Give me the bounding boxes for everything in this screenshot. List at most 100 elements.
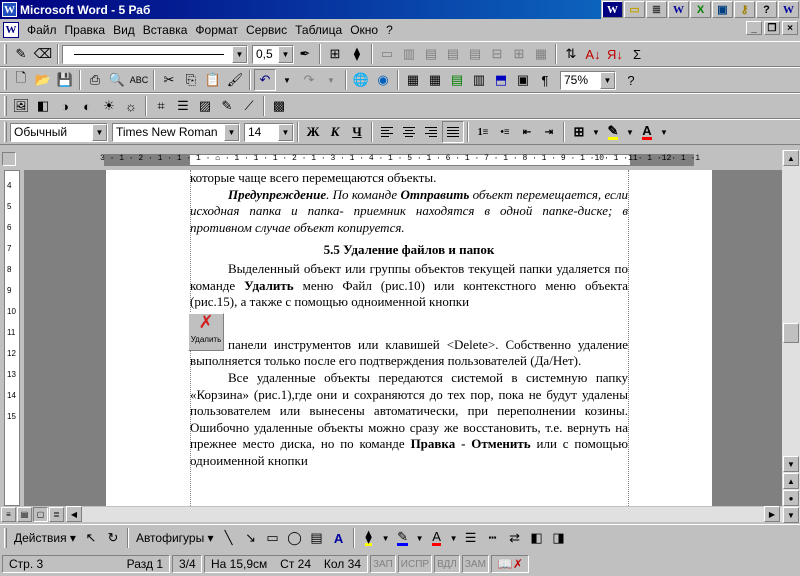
menu-edit[interactable]: Правка xyxy=(61,23,110,37)
normal-view-icon[interactable]: ≡ xyxy=(1,507,16,522)
status-ext[interactable]: ВДЛ xyxy=(434,555,460,573)
autosum-icon[interactable]: Σ xyxy=(626,43,648,65)
menu-file[interactable]: Файл xyxy=(23,23,61,37)
restore-button[interactable]: ❐ xyxy=(764,21,780,35)
align-left-icon[interactable] xyxy=(376,121,398,143)
document-icon[interactable]: W xyxy=(3,22,19,38)
scroll-left-button[interactable]: ◀ xyxy=(66,506,82,522)
text-direction-icon[interactable]: ⇅ xyxy=(560,43,582,65)
word-icon[interactable]: W xyxy=(778,1,799,18)
oval-icon[interactable]: ◯ xyxy=(284,527,306,549)
dash-style-icon[interactable]: ┅ xyxy=(482,527,504,549)
vertical-ruler[interactable]: 456 789 10 11 12 13 14 15 xyxy=(4,170,20,506)
page-layout-icon[interactable]: ▢ xyxy=(33,507,48,522)
arrow-style-icon[interactable]: ⇄ xyxy=(504,527,526,549)
chevron-down-icon[interactable]: ▼ xyxy=(278,45,293,63)
crop-icon[interactable]: ⌗ xyxy=(150,95,172,117)
justify-icon[interactable] xyxy=(442,121,464,143)
outline-view-icon[interactable]: ≣ xyxy=(49,507,64,522)
close-button[interactable]: × xyxy=(782,21,798,35)
chevron-down-icon[interactable]: ▼ xyxy=(624,121,636,143)
folder-icon[interactable]: ▭ xyxy=(624,1,645,18)
horizontal-scrollbar[interactable]: ◀ ▶ xyxy=(66,506,782,522)
free-rotate-icon[interactable]: ↻ xyxy=(102,527,124,549)
fill-color-icon[interactable]: ⧫ xyxy=(346,43,368,65)
line-width-select[interactable]: 0,5 ▼ xyxy=(252,44,294,64)
menu-format[interactable]: Формат xyxy=(191,23,242,37)
chevron-down-icon[interactable]: ▼ xyxy=(658,121,670,143)
word-icon[interactable]: W xyxy=(602,1,623,18)
drawing-icon[interactable]: ⬒ xyxy=(490,69,512,91)
sort-descending-icon[interactable]: Я↓ xyxy=(604,43,626,65)
autoshapes-menu[interactable]: Автофигуры ▾ xyxy=(132,527,218,549)
tab-selector[interactable] xyxy=(2,152,16,166)
select-objects-icon[interactable]: ↖ xyxy=(80,527,102,549)
hyperlink-icon[interactable]: 🌐 xyxy=(350,69,372,91)
select-browse-object-button[interactable]: ● xyxy=(783,490,799,506)
chevron-down-icon[interactable]: ▼ xyxy=(232,45,247,63)
shadow-icon[interactable]: ◧ xyxy=(526,527,548,549)
web-layout-icon[interactable]: ▤ xyxy=(17,507,32,522)
set-transparent-icon[interactable]: ⟋ xyxy=(238,95,260,117)
new-document-icon[interactable]: 🗋 xyxy=(10,69,32,91)
arrow-icon[interactable]: ↘ xyxy=(240,527,262,549)
line-icon[interactable]: ╲ xyxy=(218,527,240,549)
scroll-down-button[interactable]: ▼ xyxy=(783,456,799,472)
chevron-down-icon[interactable]: ▼ xyxy=(224,123,239,141)
menu-tools[interactable]: Сервис xyxy=(242,23,291,37)
next-page-button[interactable]: ▼ xyxy=(783,507,799,523)
sort-ascending-icon[interactable]: A↓ xyxy=(582,43,604,65)
pencil-icon[interactable]: ✎ xyxy=(10,43,32,65)
document-area[interactable]: которые чаще всего перемещаются объекты.… xyxy=(24,170,782,506)
menu-help[interactable]: ? xyxy=(382,23,397,37)
3d-icon[interactable]: ◨ xyxy=(548,527,570,549)
bold-button[interactable]: Ж xyxy=(302,121,324,143)
web-toolbar-icon[interactable]: ◉ xyxy=(372,69,394,91)
style-select[interactable]: Обычный ▼ xyxy=(10,122,108,142)
chevron-down-icon[interactable]: ▼ xyxy=(276,69,298,91)
reset-picture-icon[interactable]: ▩ xyxy=(268,95,290,117)
office-assistant-icon[interactable]: ? xyxy=(620,69,642,91)
borders-icon[interactable]: ⊞ xyxy=(324,43,346,65)
previous-page-button[interactable]: ▲ xyxy=(783,473,799,489)
status-ovr[interactable]: ЗАМ xyxy=(461,555,489,573)
insert-excel-icon[interactable]: ▤ xyxy=(446,69,468,91)
status-rec[interactable]: ЗАП xyxy=(370,555,396,573)
actions-menu[interactable]: Действия ▾ xyxy=(10,527,80,549)
chevron-down-icon[interactable]: ▼ xyxy=(380,527,392,549)
menu-table[interactable]: Таблица xyxy=(291,23,346,37)
zoom-select[interactable]: 75% ▼ xyxy=(560,70,616,90)
menu-view[interactable]: Вид xyxy=(109,23,139,37)
chevron-down-icon[interactable]: ▼ xyxy=(448,527,460,549)
font-color-icon[interactable]: A xyxy=(426,527,448,549)
fill-color-icon[interactable]: ⧫ xyxy=(358,527,380,549)
horizontal-ruler[interactable]: 3 · 1 · 2 · 1 · 1 · 1 · ⌂ · 1 · 1 · 1 · … xyxy=(0,150,800,170)
copy-icon[interactable]: ⎘ xyxy=(180,69,202,91)
align-right-icon[interactable] xyxy=(420,121,442,143)
increase-indent-icon[interactable]: ⇥ xyxy=(538,121,560,143)
numbering-icon[interactable]: 1≡ xyxy=(472,121,494,143)
scroll-thumb[interactable] xyxy=(783,323,799,343)
align-center-icon[interactable] xyxy=(398,121,420,143)
decrease-indent-icon[interactable]: ⇤ xyxy=(516,121,538,143)
document-page[interactable]: которые чаще всего перемещаются объекты.… xyxy=(106,170,712,506)
chevron-down-icon[interactable]: ▼ xyxy=(278,123,293,141)
font-select[interactable]: Times New Roman ▼ xyxy=(112,122,240,142)
format-painter-icon[interactable]: 🖌 xyxy=(224,69,246,91)
italic-button[interactable]: К xyxy=(324,121,346,143)
status-trk[interactable]: ИСПР xyxy=(397,555,433,573)
menu-window[interactable]: Окно xyxy=(346,23,382,37)
document-map-icon[interactable]: ▣ xyxy=(512,69,534,91)
insert-table-icon[interactable]: ▦ xyxy=(424,69,446,91)
image-control-icon[interactable]: ◧ xyxy=(32,95,54,117)
cut-icon[interactable]: ✂ xyxy=(158,69,180,91)
vertical-scrollbar[interactable]: ▲ ▼ ▲ ● ▼ xyxy=(782,150,800,523)
font-color-icon[interactable]: A xyxy=(636,121,658,143)
line-style-icon[interactable]: ☰ xyxy=(172,95,194,117)
borders-icon[interactable]: ⊞ xyxy=(568,121,590,143)
scroll-right-button[interactable]: ▶ xyxy=(764,506,780,522)
word-icon[interactable]: W xyxy=(668,1,689,18)
paste-icon[interactable]: 📋 xyxy=(202,69,224,91)
font-size-select[interactable]: 14 ▼ xyxy=(244,122,294,142)
excel-icon[interactable]: X xyxy=(690,1,711,18)
